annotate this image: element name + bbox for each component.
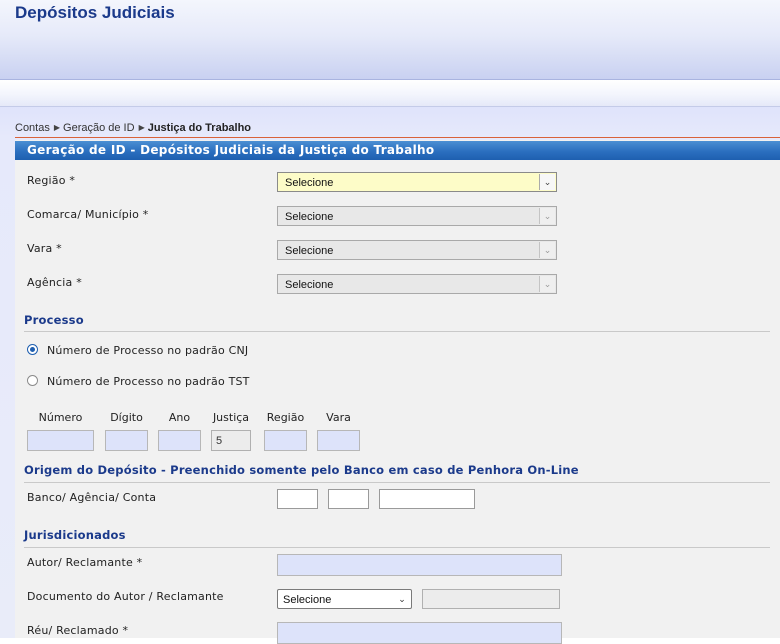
documento-type-value: Selecione [283,594,332,606]
form-header: Geração de ID - Depósitos Judiciais da J… [15,141,780,160]
reu-input[interactable] [277,622,562,644]
jurisdicionados-section-title: Jurisdicionados [24,528,126,542]
origem-section-title: Origem do Depósito - Preenchido somente … [24,463,579,477]
triangle-right-icon: ▶ [53,123,61,132]
app-title: Depósitos Judiciais [15,3,175,22]
triangle-right-icon: ▶ [138,123,145,132]
ano-input[interactable] [158,430,201,451]
agencia-select-value: Selecione [285,279,334,291]
chevron-down-icon: ⌄ [539,276,555,292]
justica-column-label: Justiça [212,411,250,424]
chevron-down-icon: ⌄ [539,242,555,258]
agencia-select[interactable]: Selecione ⌄ [277,274,557,294]
regiao-select[interactable]: Selecione ⌄ [277,172,557,192]
regiao-select-value: Selecione [285,177,334,189]
autor-label: Autor/ Reclamante * [27,556,143,569]
agencia-input[interactable] [328,489,369,509]
numero-column-label: Número [38,411,83,424]
banco-agencia-conta-label: Banco/ Agência/ Conta [27,491,157,504]
vara-select[interactable]: Selecione ⌄ [277,240,557,260]
vara-column-label: Vara [326,411,351,424]
reu-label: Réu/ Reclamado * [27,624,129,637]
digito-input[interactable] [105,430,148,451]
justica-value: 5 [216,435,223,447]
processo-section-title: Processo [24,313,84,327]
radio-tst[interactable] [27,375,38,386]
autor-input[interactable] [277,554,562,576]
documento-type-select[interactable]: Selecione ⌄ [277,589,412,609]
breadcrumb-current: Justiça do Trabalho [147,122,252,134]
top-banner: Depósitos Judiciais [0,0,780,80]
banco-input[interactable] [277,489,318,509]
comarca-select[interactable]: Selecione ⌄ [277,206,557,226]
regiao-column-label: Região [266,411,305,424]
chevron-down-icon: ⌄ [398,594,406,604]
section-divider [24,331,770,332]
radio-cnj-label[interactable]: Número de Processo no padrão CNJ [47,344,248,357]
vara-input[interactable] [317,430,360,451]
comarca-select-value: Selecione [285,211,334,223]
regiao-input[interactable] [264,430,307,451]
comarca-label: Comarca/ Município * [27,208,149,221]
justica-input: 5 [211,430,251,451]
numero-input[interactable] [27,430,94,451]
breadcrumb-item-geracao-id[interactable]: Geração de ID [63,122,135,134]
documento-autor-label: Documento do Autor / Reclamante [27,590,224,603]
menu-bar [0,80,780,107]
radio-cnj[interactable] [27,344,38,355]
ano-column-label: Ano [168,411,191,424]
digito-column-label: Dígito [110,411,143,424]
conta-input[interactable] [379,489,475,509]
section-divider [24,482,770,483]
breadcrumb: Contas ▶ Geração de ID ▶ Justiça do Trabalho [15,122,251,134]
chevron-down-icon: ⌄ [539,208,555,224]
radio-tst-label[interactable]: Número de Processo no padrão TST [47,375,250,388]
breadcrumb-item-contas[interactable]: Contas [15,122,50,134]
vara-select-value: Selecione [285,245,334,257]
breadcrumb-divider [15,137,780,138]
documento-input [422,589,560,609]
agencia-label: Agência * [27,276,82,289]
chevron-down-icon: ⌄ [539,174,555,190]
regiao-label: Região * [27,174,76,187]
form-title: Geração de ID - Depósitos Judiciais da J… [27,143,435,157]
vara-label: Vara * [27,242,62,255]
section-divider [24,547,770,548]
